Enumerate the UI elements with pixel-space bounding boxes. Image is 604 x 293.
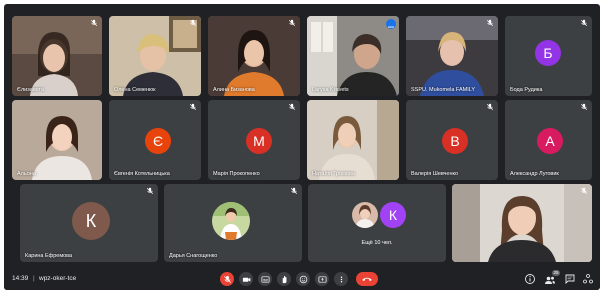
mic-off-icon — [223, 275, 231, 283]
raise-hand-button[interactable] — [277, 272, 291, 286]
participant-name: Альона — [17, 171, 36, 177]
mic-muted-icon — [189, 19, 197, 27]
participant-tile[interactable]: Наталія Громова — [307, 100, 399, 180]
participant-tile[interactable]: К Карина Ефремова — [20, 184, 158, 262]
avatar: К — [72, 202, 110, 240]
activities-icon[interactable] — [582, 273, 594, 285]
mic-muted-icon — [290, 187, 298, 195]
more-options-button[interactable] — [334, 272, 348, 286]
captions-button[interactable] — [258, 272, 272, 286]
mic-muted-icon — [146, 187, 154, 195]
participant-name: Алина Бизанова — [213, 87, 255, 93]
participant-tile[interactable]: Є Євгенія Котельницька — [109, 100, 201, 180]
participant-name: SSPU. Mukomela FAMILY — [411, 87, 476, 93]
info-icon[interactable] — [524, 273, 536, 285]
participant-tile[interactable]: Єлизавета — [12, 16, 102, 96]
participant-video — [406, 16, 498, 96]
mic-muted-icon — [288, 103, 296, 111]
participant-tile[interactable]: Альона — [12, 100, 102, 180]
participant-name: Карина Ефремова — [25, 253, 73, 259]
avatar: В — [442, 128, 468, 154]
avatar-photo — [352, 202, 378, 228]
camera-toggle-button[interactable] — [239, 272, 253, 286]
participant-name: Єлизавета — [17, 87, 45, 93]
mic-toggle-button[interactable] — [220, 272, 234, 286]
clock: 14:39 — [12, 275, 29, 282]
more-options-icon — [340, 276, 342, 282]
participant-video — [12, 100, 102, 180]
others-tile[interactable]: К Ещё 10 чел. — [308, 184, 446, 262]
others-count: Ещё 10 чел. — [361, 240, 393, 246]
mic-muted-icon — [486, 19, 494, 27]
participant-name: Валерія Шевченко — [411, 171, 459, 177]
mic-muted-icon — [288, 19, 296, 27]
mic-muted-icon — [580, 19, 588, 27]
participant-tile-speaking[interactable]: Larysa Kravets — [307, 16, 399, 96]
avatar: М — [246, 128, 272, 154]
participant-name: Наталія Громова — [312, 171, 355, 177]
mic-muted-icon — [580, 187, 588, 195]
participant-count-badge: 25 — [551, 270, 560, 276]
avatar-photo — [212, 202, 250, 240]
participant-tile[interactable]: SSPU. Mukomela FAMILY — [406, 16, 498, 96]
bottom-toolbar: 14:39 | wpz-oker-tce 25 — [4, 268, 600, 290]
divider: | — [33, 275, 35, 282]
mic-muted-icon — [90, 19, 98, 27]
present-screen-icon — [318, 275, 326, 283]
end-call-icon — [362, 277, 372, 281]
avatar: К — [380, 202, 406, 228]
participant-name: Олена Семенюк — [114, 87, 156, 93]
participant-name: Александр Луговик — [510, 171, 559, 177]
chat-icon[interactable] — [564, 273, 576, 285]
participant-name: Євгенія Котельницька — [114, 171, 170, 177]
participant-video — [109, 16, 201, 96]
participant-video — [452, 184, 592, 262]
participant-video — [12, 16, 102, 96]
present-screen-button[interactable] — [315, 272, 329, 286]
participant-video — [208, 16, 300, 96]
avatar: А — [537, 128, 563, 154]
end-call-button[interactable] — [356, 272, 378, 286]
avatar: Є — [145, 128, 171, 154]
participant-tile[interactable]: Б Бода Рудика — [505, 16, 592, 96]
participant-tile[interactable]: В Валерія Шевченко — [406, 100, 498, 180]
raise-hand-icon — [282, 275, 286, 283]
mic-muted-icon — [580, 103, 588, 111]
mic-muted-icon — [486, 103, 494, 111]
participant-name: Бода Рудика — [510, 87, 543, 93]
participants-button[interactable]: 25 — [544, 270, 560, 285]
participant-tile[interactable]: Олена Семенюк — [109, 16, 201, 96]
emoji-icon — [299, 275, 307, 283]
participant-name: Larysa Kravets — [312, 87, 349, 93]
participant-tile[interactable]: Алина Бизанова — [208, 16, 300, 96]
participant-video — [307, 100, 399, 180]
participant-tile[interactable]: Дарья Снагощенко — [164, 184, 302, 262]
participant-name: Марія Прокопенко — [213, 171, 260, 177]
captions-icon — [261, 275, 269, 283]
emoji-reactions-button[interactable] — [296, 272, 310, 286]
avatar: Б — [535, 40, 561, 66]
meeting-window: Єлизавета Олена Семенюк Алина Бизанова L… — [4, 4, 600, 290]
self-view-tile[interactable] — [452, 184, 592, 262]
mic-muted-icon — [189, 103, 197, 111]
camera-icon — [242, 277, 250, 282]
participant-name: Дарья Снагощенко — [169, 253, 218, 259]
participant-tile[interactable]: А Александр Луговик — [505, 100, 592, 180]
meeting-code: wpz-oker-tce — [39, 275, 77, 282]
more-options-icon[interactable] — [386, 19, 396, 29]
participant-tile[interactable]: М Марія Прокопенко — [208, 100, 300, 180]
